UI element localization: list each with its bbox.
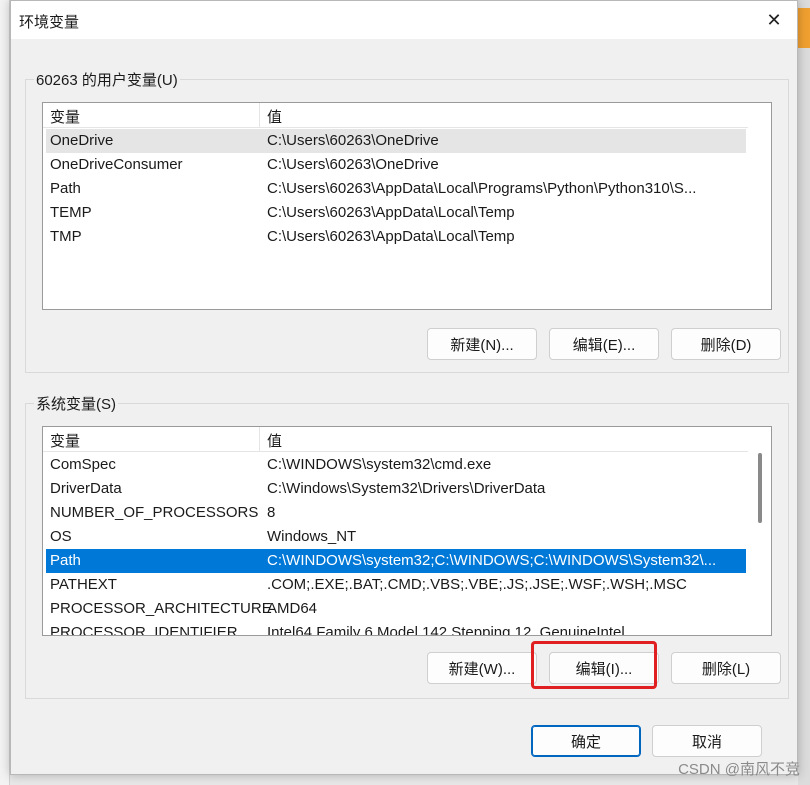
variable-name: NUMBER_OF_PROCESSORS [50, 504, 259, 521]
user-variables-group: 60263 的用户变量(U) 变量 值 OneDrive C:\Users\60… [25, 69, 789, 373]
variable-name: TMP [50, 228, 82, 245]
variable-name: OS [50, 528, 72, 545]
list-header: 变量 值 [43, 103, 748, 128]
variable-name: TEMP [50, 204, 92, 221]
table-row[interactable]: NUMBER_OF_PROCESSORS 8 [46, 501, 746, 525]
variable-name: PROCESSOR_IDENTIFIER [50, 624, 238, 636]
variable-value: C:\Users\60263\AppData\Local\Programs\Py… [267, 180, 697, 197]
cancel-button[interactable]: 取消 [652, 725, 762, 757]
variable-value: 8 [267, 504, 276, 521]
list-header: 变量 值 [43, 427, 748, 452]
variable-value: Windows_NT [267, 528, 357, 545]
variable-value: C:\Users\60263\AppData\Local\Temp [267, 228, 515, 245]
title-bar: 环境变量 ✕ [11, 1, 797, 39]
watermark: CSDN @南风不竞 [678, 761, 800, 778]
table-row[interactable]: OneDriveConsumer C:\Users\60263\OneDrive [46, 153, 746, 177]
system-variables-list[interactable]: 变量 值 ComSpec C:\WINDOWS\system32\cmd.exe… [42, 426, 772, 636]
environment-variables-dialog: 环境变量 ✕ 60263 的用户变量(U) 变量 值 OneDrive C:\U… [10, 0, 798, 775]
variable-value: Intel64 Family 6 Model 142 Stepping 12, … [267, 624, 625, 636]
system-delete-button[interactable]: 删除(L) [671, 652, 781, 684]
system-variables-group: 系统变量(S) 变量 值 ComSpec C:\WINDOWS\system32… [25, 393, 789, 699]
system-new-button[interactable]: 新建(W)... [427, 652, 537, 684]
table-row[interactable]: ComSpec C:\WINDOWS\system32\cmd.exe [46, 453, 746, 477]
user-edit-button[interactable]: 编辑(E)... [549, 328, 659, 360]
background-app-strip-right [798, 0, 810, 785]
variable-value: C:\Users\60263\OneDrive [267, 156, 439, 173]
variable-value: C:\Users\60263\AppData\Local\Temp [267, 204, 515, 221]
column-divider[interactable] [259, 427, 260, 452]
variable-name: Path [50, 180, 81, 197]
background-orange-tab [798, 8, 810, 48]
variable-name: ComSpec [50, 456, 116, 473]
variable-name: OneDriveConsumer [50, 156, 183, 173]
table-row[interactable]: TEMP C:\Users\60263\AppData\Local\Temp [46, 201, 746, 225]
variable-name: PROCESSOR_ARCHITECTURE [50, 600, 272, 617]
variable-value: C:\Windows\System32\Drivers\DriverData [267, 480, 546, 497]
red-highlight-box [531, 641, 657, 689]
variable-name: PATHEXT [50, 576, 117, 593]
table-row-selected[interactable]: Path C:\WINDOWS\system32;C:\WINDOWS;C:\W… [46, 549, 746, 573]
ok-button[interactable]: 确定 [531, 725, 641, 757]
column-divider[interactable] [259, 103, 260, 128]
variable-value: C:\WINDOWS\system32;C:\WINDOWS;C:\WINDOW… [267, 552, 717, 569]
vertical-scrollbar[interactable] [749, 427, 771, 635]
variable-value: C:\WINDOWS\system32\cmd.exe [267, 456, 492, 473]
table-row[interactable]: TMP C:\Users\60263\AppData\Local\Temp [46, 225, 746, 249]
variable-name: DriverData [50, 480, 122, 497]
dialog-title: 环境变量 [19, 14, 80, 31]
user-delete-button[interactable]: 删除(D) [671, 328, 781, 360]
table-row[interactable]: OneDrive C:\Users\60263\OneDrive [46, 129, 746, 153]
background-app-strip [0, 0, 10, 785]
table-row[interactable]: PROCESSOR_IDENTIFIER Intel64 Family 6 Mo… [46, 621, 746, 636]
table-row[interactable]: Path C:\Users\60263\AppData\Local\Progra… [46, 177, 746, 201]
table-row[interactable]: PROCESSOR_ARCHITECTURE AMD64 [46, 597, 746, 621]
column-header-variable[interactable]: 变量 [50, 106, 80, 127]
variable-value: .COM;.EXE;.BAT;.CMD;.VBS;.VBE;.JS;.JSE;.… [267, 576, 687, 593]
close-button[interactable]: ✕ [751, 1, 797, 39]
variable-name: OneDrive [50, 132, 114, 149]
user-new-button[interactable]: 新建(N)... [427, 328, 537, 360]
column-header-value[interactable]: 值 [267, 106, 282, 127]
table-row[interactable]: DriverData C:\Windows\System32\Drivers\D… [46, 477, 746, 501]
variable-value: AMD64 [267, 600, 318, 617]
table-row[interactable]: PATHEXT .COM;.EXE;.BAT;.CMD;.VBS;.VBE;.J… [46, 573, 746, 597]
user-variables-list[interactable]: 变量 值 OneDrive C:\Users\60263\OneDrive On… [42, 102, 772, 310]
variable-value: C:\Users\60263\OneDrive [267, 132, 439, 149]
variable-name: Path [50, 552, 81, 569]
table-row[interactable]: OS Windows_NT [46, 525, 746, 549]
column-header-value[interactable]: 值 [267, 430, 282, 451]
column-header-variable[interactable]: 变量 [50, 430, 80, 451]
scrollbar-thumb[interactable] [758, 453, 762, 523]
user-variables-title: 60263 的用户变量(U) [34, 69, 180, 90]
system-variables-title: 系统变量(S) [34, 393, 118, 414]
close-icon: ✕ [766, 9, 782, 30]
